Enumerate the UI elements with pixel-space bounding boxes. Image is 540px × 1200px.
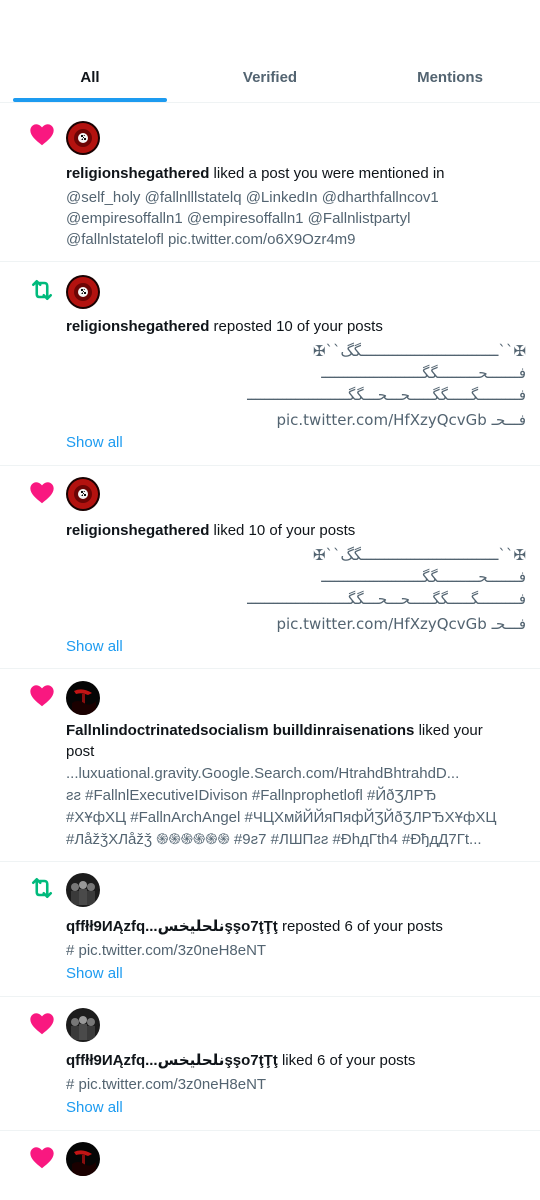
post-text-line: pic.twitter.com/HfXzyQcvGb فـــحـ (276, 411, 526, 429)
notification-item[interactable]: religionshegathered liked 10 of your pos… (0, 466, 540, 669)
post-text-line: ...luxuational.gravity.Google.Search.com… (66, 765, 460, 782)
show-all-link[interactable]: Show all (66, 1097, 526, 1118)
notification-item[interactable]: qffłł9ИĄzfq...ﻧﻠﺤﻠﻴﺨﺲşşo7ţŢţ liked 6 of … (0, 997, 540, 1131)
post-text-line: ƨƨ #FallnlExecutiveIDivison #Fallnprophe… (66, 787, 437, 804)
user-name[interactable]: Fallnlindoctrinatedsocialism builldinrai… (66, 722, 414, 739)
user-name[interactable]: qffłł9ИĄzfq...ﻧﻠﺤﻠﻴﺨﺲşşo7ţŢţ (66, 918, 278, 935)
post-text-line: # pic.twitter.com/3z0neH8eNT (66, 1076, 267, 1093)
post-text-line: فـــــــــگـــــگگـــــحـــحـــگگـــــــ… (247, 590, 526, 608)
show-all-link[interactable]: Show all (66, 432, 526, 453)
user-name[interactable]: religionshegathered (66, 318, 209, 335)
notification-headline: religionshegathered liked 10 of your pos… (66, 520, 526, 541)
post-text-line: @fallnlstatelofl pic.twitter.com/o6X9Ozr… (66, 231, 356, 248)
post-text-line: فـــــــحـــــــــگگــــــــــــــــــــ… (321, 364, 526, 382)
notification-item[interactable]: religionshegathered reposted 10 of your … (0, 262, 540, 466)
avatar[interactable] (66, 275, 100, 309)
post-text-line: @self_holy @fallnlllstatelq @LinkedIn @d… (66, 189, 439, 206)
action-text: reposted 10 of your posts (209, 318, 383, 335)
show-all-link[interactable]: Show all (66, 636, 526, 657)
tab-all[interactable]: All (0, 0, 180, 102)
heart-icon (28, 120, 56, 148)
notification-item[interactable] (0, 1131, 540, 1200)
action-text: liked your (414, 722, 483, 739)
action-text-continued: post (66, 743, 95, 760)
avatar[interactable] (66, 1008, 100, 1042)
action-text: liked 10 of your posts (209, 522, 356, 539)
notification-headline: qffłł9ИĄzfq...ﻧﻠﺤﻠﻴﺨﺲşşo7ţŢţ liked 6 of … (66, 1050, 526, 1071)
notification-item[interactable]: qffłł9ИĄzfq...ﻧﻠﺤﻠﻴﺨﺲşşo7ţŢţ reposted 6 … (0, 862, 540, 997)
action-text: liked 6 of your posts (277, 1052, 416, 1069)
notification-headline: Fallnlindoctrinatedsocialism builldinrai… (66, 720, 526, 741)
user-name[interactable]: religionshegathered (66, 165, 209, 182)
notification-tabs: All Verified Mentions (0, 0, 540, 103)
post-text-line: # pic.twitter.com/3z0neH8eNT (66, 942, 267, 959)
repost-icon (28, 874, 56, 902)
post-text-line: ✠``ـــــــــــــــــــــــــــــــگگ``✠ (312, 546, 526, 564)
post-text-line: @empiresoffalln1 @empiresoffalln1 @Falln… (66, 210, 411, 227)
avatar[interactable] (66, 477, 100, 511)
notification-item[interactable]: Fallnlindoctrinatedsocialism builldinrai… (0, 669, 540, 862)
repost-icon (28, 276, 56, 304)
action-text: reposted 6 of your posts (277, 918, 443, 935)
notification-item[interactable]: religionshegathered liked a post you wer… (0, 102, 540, 262)
tab-all-label: All (80, 68, 100, 86)
post-text-line: فـــــــحـــــــــگگــــــــــــــــــــ… (321, 568, 526, 586)
tab-verified[interactable]: Verified (180, 0, 360, 102)
heart-icon (28, 478, 56, 506)
avatar[interactable] (66, 1142, 100, 1176)
avatar[interactable] (66, 121, 100, 155)
post-text-line: فـــــــــگـــــگگـــــحـــحـــگگـــــــ… (247, 386, 526, 404)
post-text-line: #ХҰфХЦ #FallnArchAngel #ЧЦХмйЙЙяПяфЙƷЙðƷ… (66, 809, 497, 826)
post-text-line: ✠``ـــــــــــــــــــــــــــــــگگ``✠ (312, 342, 526, 360)
post-text-line: pic.twitter.com/HfXzyQcvGb فـــحـ (276, 615, 526, 633)
heart-icon (28, 1009, 56, 1037)
avatar[interactable] (66, 681, 100, 715)
post-text-line: #ЛåžǯХЛåžǯ ֍֍֍֍֍֍ #9ƨ7 #ЛШΠƨƨ #ÐhдГth4 #… (66, 831, 482, 848)
notification-headline: religionshegathered reposted 10 of your … (66, 316, 526, 337)
tab-verified-label: Verified (242, 68, 298, 86)
tab-mentions[interactable]: Mentions (360, 0, 540, 102)
user-name[interactable]: religionshegathered (66, 522, 209, 539)
user-name[interactable]: qffłł9ИĄzfq...ﻧﻠﺤﻠﻴﺨﺲşşo7ţŢţ (66, 1052, 278, 1069)
show-all-link[interactable]: Show all (66, 963, 526, 984)
tab-mentions-label: Mentions (417, 68, 483, 86)
avatar[interactable] (66, 873, 100, 907)
action-text: liked a post you were mentioned in (209, 165, 445, 182)
notification-headline: religionshegathered liked a post you wer… (66, 163, 526, 184)
heart-icon (28, 681, 56, 709)
notification-headline: qffłł9ИĄzfq...ﻧﻠﺤﻠﻴﺨﺲşşo7ţŢţ reposted 6 … (66, 916, 526, 937)
heart-icon (28, 1143, 56, 1171)
